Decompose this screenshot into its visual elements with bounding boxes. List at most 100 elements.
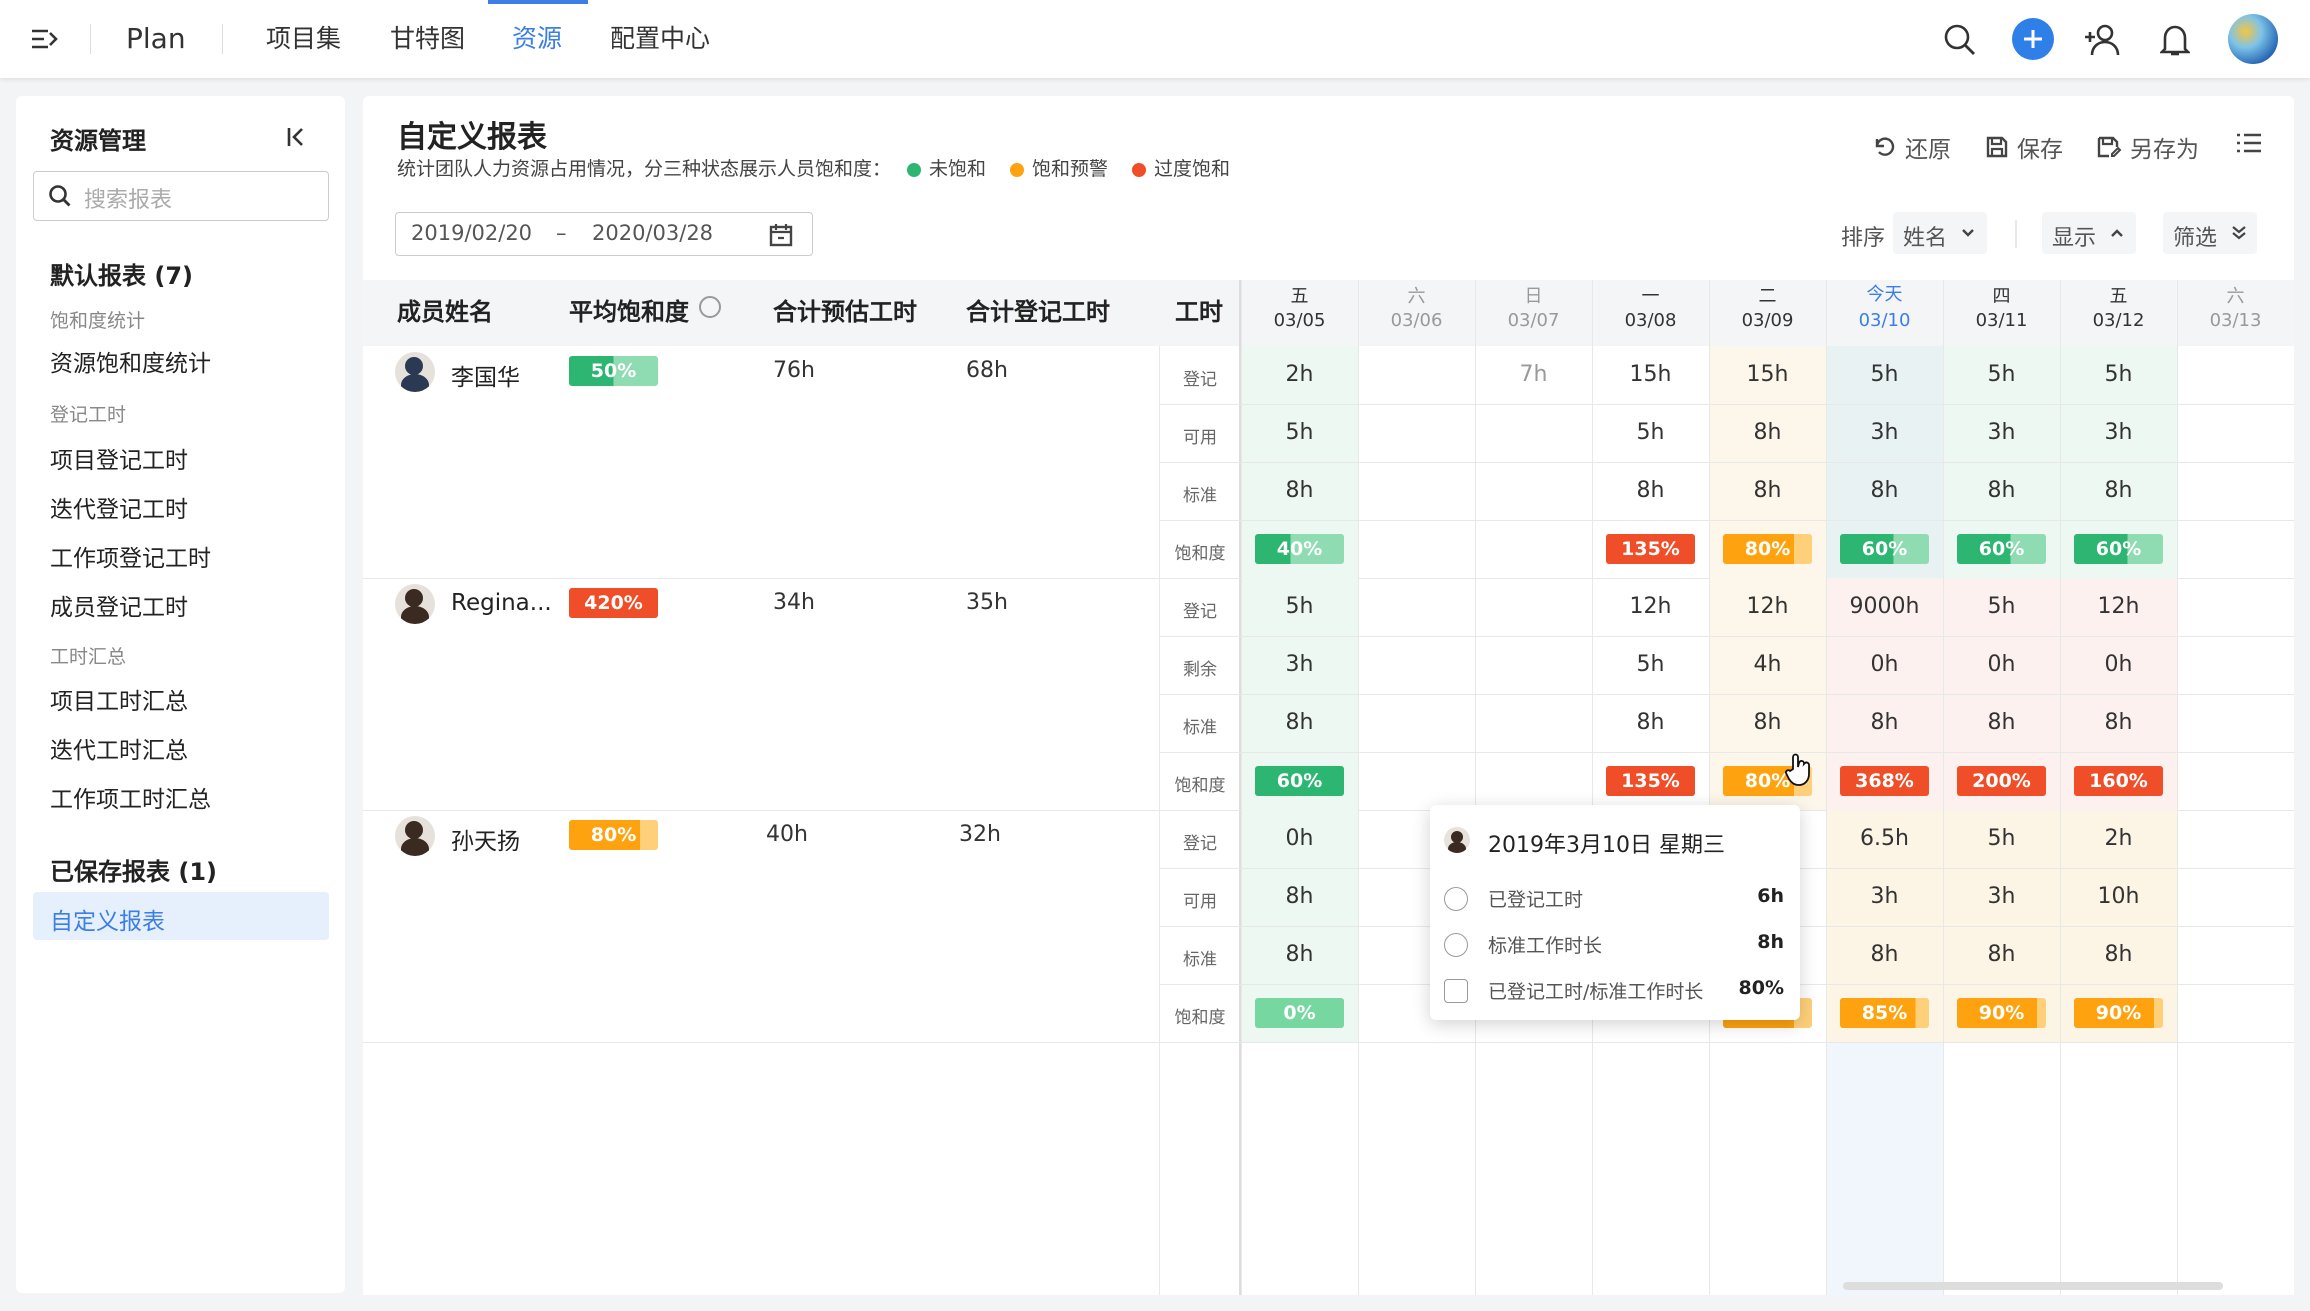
- display-dropdown[interactable]: 显示: [2042, 212, 2136, 254]
- row-divider: [1159, 752, 2294, 753]
- search-icon: [49, 185, 71, 207]
- save-as-button[interactable]: 另存为: [2096, 130, 2199, 164]
- cell-value: 8h: [1753, 420, 1782, 445]
- filter-dropdown[interactable]: 筛选: [2163, 212, 2257, 254]
- member-name[interactable]: 孙天扬: [451, 822, 520, 856]
- sidebar-item[interactable]: 迭代工时汇总: [50, 731, 188, 765]
- estimate-hours: 76h: [773, 358, 815, 383]
- sort-dropdown[interactable]: 姓名: [1893, 212, 1987, 254]
- avatar[interactable]: [2228, 14, 2278, 64]
- date-range-picker[interactable]: 2019/02/20 – 2020/03/28: [395, 212, 813, 256]
- horizontal-scrollbar[interactable]: [1843, 1282, 2223, 1290]
- saturation-badge: 85%: [1840, 998, 1929, 1028]
- nav-tab[interactable]: 配置中心: [610, 0, 710, 78]
- logged-hours: 32h: [959, 822, 1001, 847]
- plus-circle-icon[interactable]: [2012, 18, 2054, 60]
- default-reports-group[interactable]: 默认报表 (7): [50, 256, 193, 291]
- cell-value: 5h: [1285, 594, 1314, 619]
- cell-value: 3h: [1987, 884, 2016, 909]
- member-name[interactable]: 李国华: [451, 358, 520, 392]
- add-user-icon[interactable]: [2082, 20, 2122, 60]
- sidebar-section-title: 登记工时: [50, 404, 127, 426]
- sidebar: 资源管理 搜索报表 默认报表 (7) 饱和度统计 资源饱和度统计 登记工时 项目登记工…: [16, 96, 345, 1293]
- cell-value: 8h: [1636, 478, 1665, 503]
- cell-value: 8h: [2104, 942, 2133, 967]
- legend-unsaturated: 未饱和: [907, 154, 986, 181]
- legend-dot-orange: [1010, 162, 1025, 177]
- estimate-hours: 40h: [766, 822, 808, 847]
- search-icon[interactable]: [1940, 20, 1980, 60]
- restore-button[interactable]: 还原: [1873, 130, 1951, 164]
- page-title: 自定义报表: [397, 120, 547, 155]
- tooltip-row-value: 8h: [1757, 931, 1784, 953]
- nav-tab[interactable]: 资源: [512, 0, 562, 78]
- saturation-badge: 200%: [1957, 766, 2046, 796]
- logged-hours: 68h: [966, 358, 1008, 383]
- help-icon[interactable]: [699, 296, 721, 318]
- cell-value: 8h: [1870, 478, 1899, 503]
- hand-cursor-icon: [1785, 753, 1810, 786]
- sidebar-item[interactable]: 工作项登记工时: [50, 539, 211, 573]
- cell-value: 12h: [1746, 594, 1789, 619]
- cell-value: 8h: [1987, 478, 2016, 503]
- cell-value: 12h: [2097, 594, 2140, 619]
- sidebar-item[interactable]: 成员登记工时: [50, 588, 188, 622]
- chevron-up-icon: [2111, 229, 2123, 237]
- search-input[interactable]: 搜索报表: [33, 171, 329, 221]
- sidebar-section-title: 饱和度统计: [50, 310, 146, 332]
- bell-icon[interactable]: [2155, 20, 2195, 60]
- row-divider: [1159, 404, 2294, 405]
- description-text: 统计团队人力资源占用情况，分三种状态展示人员饱和度：: [397, 158, 892, 180]
- sidebar-item[interactable]: 资源饱和度统计: [50, 344, 211, 378]
- list-view-icon[interactable]: [2233, 128, 2265, 158]
- nav-tab[interactable]: 项目集: [266, 0, 341, 78]
- member-avatar: [395, 584, 435, 624]
- menu-collapse-icon[interactable]: [28, 24, 62, 54]
- sidebar-item[interactable]: 工作项工时汇总: [50, 780, 211, 814]
- cell-value: 8h: [1285, 884, 1314, 909]
- tooltip: 2019年3月10日 星期三 已登记工时 6h 标准工作时长 8h 已登记工时/标准工作…: [1430, 805, 1800, 1020]
- logged-hours: 35h: [966, 590, 1008, 615]
- saved-reports-group[interactable]: 已保存报表 (1): [50, 852, 217, 887]
- column-header: 合计预估工时: [773, 298, 917, 326]
- sidebar-item[interactable]: 项目登记工时: [50, 441, 188, 475]
- day-column-line: [1475, 280, 1592, 1295]
- sidebar-item-label: 自定义报表: [50, 909, 165, 935]
- row-label: 饱和度: [1174, 776, 1226, 796]
- date-end: 2020/03/28: [592, 221, 714, 245]
- tooltip-avatar: [1444, 827, 1470, 853]
- row-label: 可用: [1183, 428, 1217, 448]
- cell-value: 8h: [1987, 942, 2016, 967]
- cell-value: 5h: [2104, 362, 2133, 387]
- row-divider: [1159, 636, 2294, 637]
- cell-value: 3h: [1870, 884, 1899, 909]
- cell-value: 7h: [1519, 362, 1548, 387]
- sidebar-item[interactable]: 迭代登记工时: [50, 490, 188, 524]
- cell-value: 8h: [1636, 710, 1665, 735]
- row-divider: [1159, 520, 2294, 521]
- member-name[interactable]: Regina...: [451, 590, 552, 616]
- nav-tab[interactable]: 甘特图: [390, 0, 465, 78]
- save-button[interactable]: 保存: [1985, 130, 2063, 164]
- cell-value: 12h: [1629, 594, 1672, 619]
- cell-value: 8h: [1753, 710, 1782, 735]
- avg-saturation-badge: 420%: [569, 588, 658, 618]
- cell-value: 0h: [2104, 652, 2133, 677]
- legend-oversaturated: 过度饱和: [1132, 154, 1230, 181]
- cell-value: 9000h: [1849, 594, 1920, 619]
- day-column-line: [1358, 280, 1475, 1295]
- row-label: 饱和度: [1174, 544, 1226, 564]
- sidebar-item[interactable]: 项目工时汇总: [50, 682, 188, 716]
- cell-value: 15h: [1746, 362, 1789, 387]
- cell-value: 8h: [1285, 710, 1314, 735]
- legend-dot-green: [907, 162, 922, 177]
- sidebar-item-custom-report[interactable]: 自定义报表: [33, 892, 329, 940]
- column-header: 合计登记工时: [966, 298, 1110, 326]
- divider: [90, 24, 91, 54]
- sidebar-section-title: 工时汇总: [50, 646, 127, 668]
- tooltip-date: 2019年3月10日 星期三: [1488, 833, 1725, 858]
- app-title: Plan: [126, 22, 186, 55]
- row-label: 登记: [1183, 602, 1217, 622]
- collapse-sidebar-icon[interactable]: [281, 122, 311, 152]
- cell-value: 8h: [2104, 710, 2133, 735]
